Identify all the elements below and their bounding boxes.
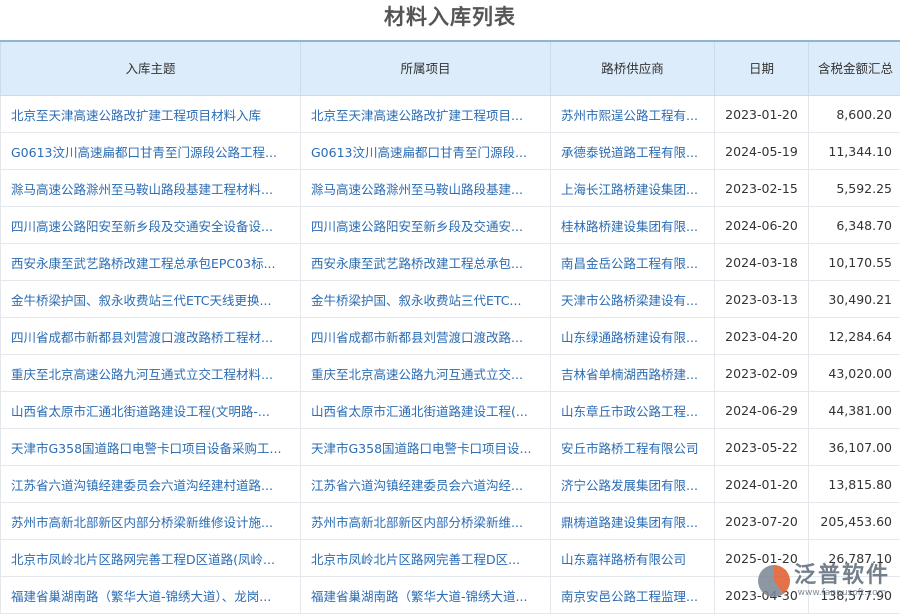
row-supplier-link[interactable]: 山东绿通路桥建设有限... — [551, 318, 715, 355]
column-header-date[interactable]: 日期 — [715, 41, 809, 96]
row-subject-link[interactable]: 重庆至北京高速公路九河互通式立交工程材料... — [1, 355, 301, 392]
row-amount: 12,284.64 — [809, 318, 900, 355]
row-project-link[interactable]: 山西省太原市汇通北街道路建设工程(... — [301, 392, 551, 429]
row-date: 2023-04-20 — [715, 318, 809, 355]
watermark-logo: 泛普软件 www.fanpusoft.com — [758, 564, 890, 598]
table-row[interactable]: 重庆至北京高速公路九河互通式立交工程材料...重庆至北京高速公路九河互通式立交.… — [1, 355, 900, 392]
row-project-link[interactable]: 苏州市高新北部新区内部分桥梁新维... — [301, 503, 551, 540]
row-date: 2023-03-13 — [715, 281, 809, 318]
row-subject-link[interactable]: 山西省太原市汇通北街道路建设工程(文明路-... — [1, 392, 301, 429]
row-project-link[interactable]: 四川高速公路阳安至新乡段及交通安... — [301, 207, 551, 244]
row-amount: 205,453.60 — [809, 503, 900, 540]
row-date: 2024-05-19 — [715, 133, 809, 170]
row-amount: 43,020.00 — [809, 355, 900, 392]
row-amount: 8,600.20 — [809, 96, 900, 133]
row-project-link[interactable]: 江苏省六道沟镇经建委员会六道沟经... — [301, 466, 551, 503]
row-amount: 36,107.00 — [809, 429, 900, 466]
row-date: 2023-02-09 — [715, 355, 809, 392]
row-amount: 11,344.10 — [809, 133, 900, 170]
table-row[interactable]: 滁马高速公路滁州至马鞍山路段基建工程材料...滁马高速公路滁州至马鞍山路段基建.… — [1, 170, 900, 207]
row-project-link[interactable]: 金牛桥梁护国、叙永收费站三代ETC... — [301, 281, 551, 318]
row-project-link[interactable]: 滁马高速公路滁州至马鞍山路段基建... — [301, 170, 551, 207]
row-date: 2023-02-15 — [715, 170, 809, 207]
row-supplier-link[interactable]: 承德泰锐道路工程有限... — [551, 133, 715, 170]
row-supplier-link[interactable]: 天津市公路桥梁建设有... — [551, 281, 715, 318]
row-amount: 5,592.25 — [809, 170, 900, 207]
row-amount: 30,490.21 — [809, 281, 900, 318]
row-supplier-link[interactable]: 南昌金岳公路工程有限... — [551, 244, 715, 281]
row-date: 2024-06-29 — [715, 392, 809, 429]
row-supplier-link[interactable]: 南京安邑公路工程监理... — [551, 577, 715, 614]
material-inbound-table: 入库主题 所属项目 路桥供应商 日期 含税金额汇总 北京至天津高速公路改扩建工程… — [0, 40, 900, 614]
fanpu-logo-icon — [758, 565, 790, 597]
table-header-row: 入库主题 所属项目 路桥供应商 日期 含税金额汇总 — [1, 41, 900, 96]
watermark-url: www.fanpusoft.com — [798, 588, 887, 598]
row-subject-link[interactable]: 天津市G358国道路口电警卡口项目设备采购工... — [1, 429, 301, 466]
row-subject-link[interactable]: 苏州市高新北部新区内部分桥梁新维修设计施... — [1, 503, 301, 540]
table-row[interactable]: 四川高速公路阳安至新乡段及交通安全设备设...四川高速公路阳安至新乡段及交通安.… — [1, 207, 900, 244]
row-project-link[interactable]: 西安永康至武艺路桥改建工程总承包... — [301, 244, 551, 281]
row-subject-link[interactable]: 滁马高速公路滁州至马鞍山路段基建工程材料... — [1, 170, 301, 207]
row-supplier-link[interactable]: 上海长江路桥建设集团... — [551, 170, 715, 207]
row-date: 2024-06-20 — [715, 207, 809, 244]
row-supplier-link[interactable]: 苏州市熙逞公路工程有... — [551, 96, 715, 133]
row-subject-link[interactable]: 西安永康至武艺路桥改建工程总承包EPC03标... — [1, 244, 301, 281]
row-date: 2024-03-18 — [715, 244, 809, 281]
row-supplier-link[interactable]: 济宁公路发展集团有限... — [551, 466, 715, 503]
row-project-link[interactable]: 天津市G358国道路口电警卡口项目设... — [301, 429, 551, 466]
column-header-amount[interactable]: 含税金额汇总 — [809, 41, 900, 96]
table-row[interactable]: 天津市G358国道路口电警卡口项目设备采购工...天津市G358国道路口电警卡口… — [1, 429, 900, 466]
row-project-link[interactable]: 重庆至北京高速公路九河互通式立交... — [301, 355, 551, 392]
row-supplier-link[interactable]: 山东嘉祥路桥有限公司 — [551, 540, 715, 577]
row-date: 2023-07-20 — [715, 503, 809, 540]
row-subject-link[interactable]: 北京市凤岭北片区路网完善工程D区道路(凤岭... — [1, 540, 301, 577]
table-row[interactable]: G0613汶川高速扁都口甘青至门源段公路工程...G0613汶川高速扁都口甘青至… — [1, 133, 900, 170]
row-supplier-link[interactable]: 鼎梼道路建设集团有限... — [551, 503, 715, 540]
row-amount: 13,815.80 — [809, 466, 900, 503]
table-row[interactable]: 西安永康至武艺路桥改建工程总承包EPC03标...西安永康至武艺路桥改建工程总承… — [1, 244, 900, 281]
row-subject-link[interactable]: 金牛桥梁护国、叙永收费站三代ETC天线更换... — [1, 281, 301, 318]
table-row[interactable]: 江苏省六道沟镇经建委员会六道沟经建村道路...江苏省六道沟镇经建委员会六道沟经.… — [1, 466, 900, 503]
row-amount: 6,348.70 — [809, 207, 900, 244]
column-header-supplier[interactable]: 路桥供应商 — [551, 41, 715, 96]
row-subject-link[interactable]: 福建省巢湖南路（繁华大道-锦绣大道）、龙岗... — [1, 577, 301, 614]
row-date: 2024-01-20 — [715, 466, 809, 503]
page-title: 材料入库列表 — [0, 0, 900, 40]
row-amount: 44,381.00 — [809, 392, 900, 429]
row-subject-link[interactable]: 江苏省六道沟镇经建委员会六道沟经建村道路... — [1, 466, 301, 503]
row-project-link[interactable]: 福建省巢湖南路（繁华大道-锦绣大道... — [301, 577, 551, 614]
row-project-link[interactable]: G0613汶川高速扁都口甘青至门源段... — [301, 133, 551, 170]
row-project-link[interactable]: 四川省成都市新都县刘营渡口渡改路... — [301, 318, 551, 355]
table-row[interactable]: 四川省成都市新都县刘营渡口渡改路桥工程材...四川省成都市新都县刘营渡口渡改路.… — [1, 318, 900, 355]
row-subject-link[interactable]: 四川省成都市新都县刘营渡口渡改路桥工程材... — [1, 318, 301, 355]
row-supplier-link[interactable]: 桂林路桥建设集团有限... — [551, 207, 715, 244]
row-supplier-link[interactable]: 吉林省单楠湖西路桥建... — [551, 355, 715, 392]
watermark-name: 泛普软件 — [794, 564, 890, 588]
row-amount: 10,170.55 — [809, 244, 900, 281]
table-row[interactable]: 北京至天津高速公路改扩建工程项目材料入库北京至天津高速公路改扩建工程项目...苏… — [1, 96, 900, 133]
row-date: 2023-05-22 — [715, 429, 809, 466]
row-project-link[interactable]: 北京至天津高速公路改扩建工程项目... — [301, 96, 551, 133]
table-row[interactable]: 山西省太原市汇通北街道路建设工程(文明路-...山西省太原市汇通北街道路建设工程… — [1, 392, 900, 429]
table-row[interactable]: 金牛桥梁护国、叙永收费站三代ETC天线更换...金牛桥梁护国、叙永收费站三代ET… — [1, 281, 900, 318]
table-row[interactable]: 苏州市高新北部新区内部分桥梁新维修设计施...苏州市高新北部新区内部分桥梁新维.… — [1, 503, 900, 540]
row-subject-link[interactable]: 四川高速公路阳安至新乡段及交通安全设备设... — [1, 207, 301, 244]
column-header-subject[interactable]: 入库主题 — [1, 41, 301, 96]
row-date: 2023-01-20 — [715, 96, 809, 133]
row-supplier-link[interactable]: 山东章丘市政公路工程... — [551, 392, 715, 429]
row-supplier-link[interactable]: 安丘市路桥工程有限公司 — [551, 429, 715, 466]
row-project-link[interactable]: 北京市凤岭北片区路网完善工程D区... — [301, 540, 551, 577]
column-header-project[interactable]: 所属项目 — [301, 41, 551, 96]
row-subject-link[interactable]: G0613汶川高速扁都口甘青至门源段公路工程... — [1, 133, 301, 170]
row-subject-link[interactable]: 北京至天津高速公路改扩建工程项目材料入库 — [1, 96, 301, 133]
